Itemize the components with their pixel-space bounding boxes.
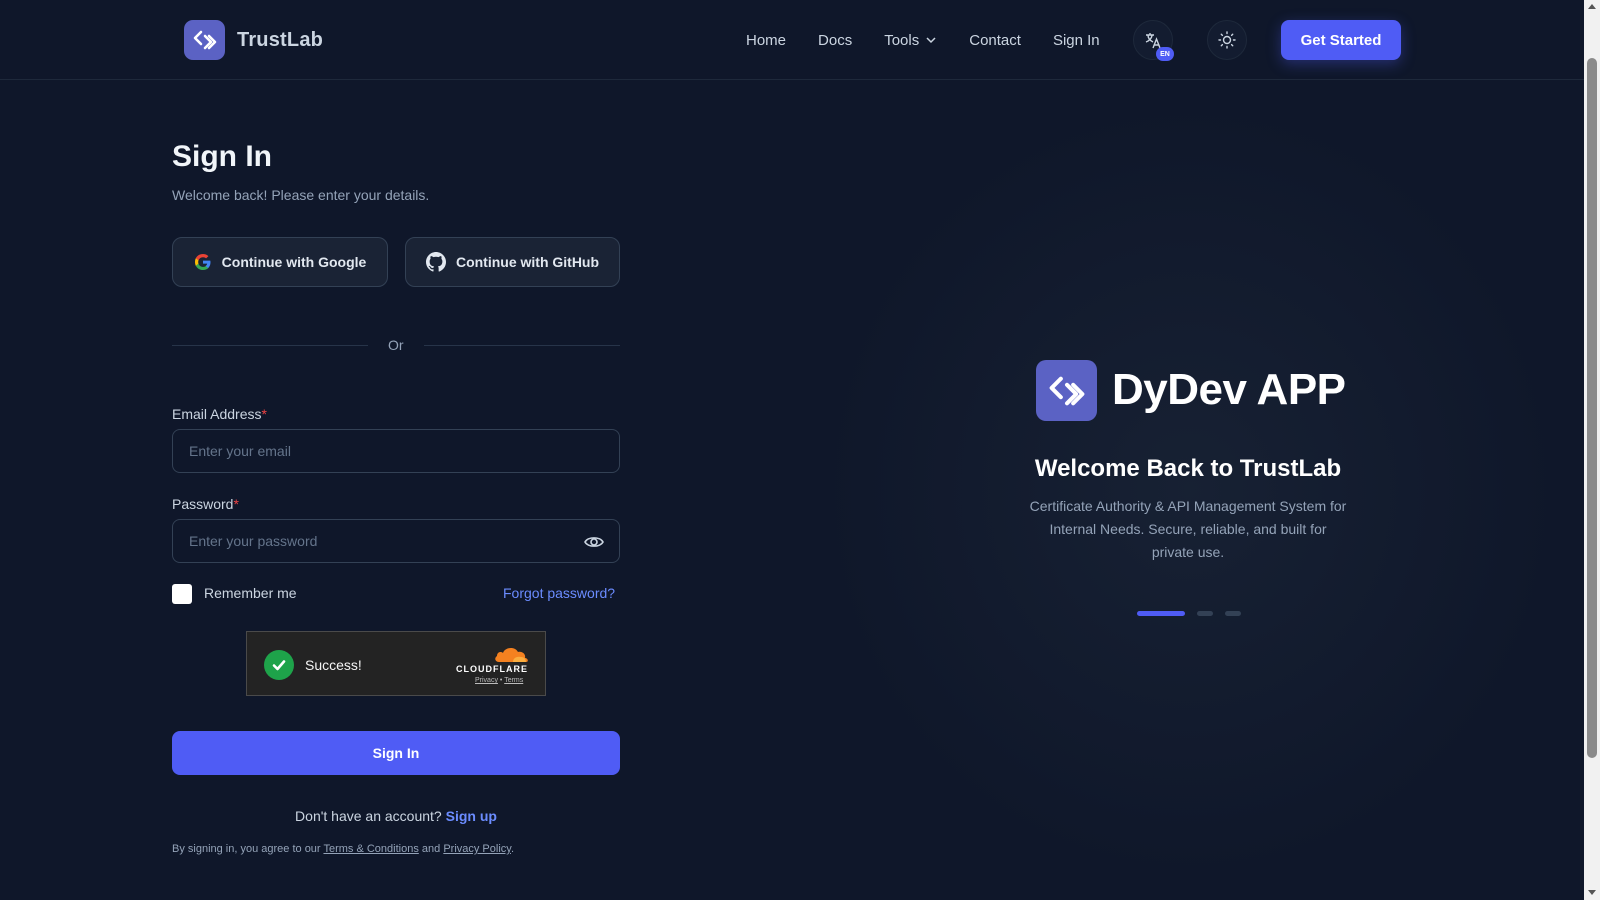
check-circle-icon	[264, 650, 294, 680]
scroll-up-arrow-icon[interactable]	[1588, 4, 1596, 9]
nav-docs[interactable]: Docs	[818, 32, 852, 49]
carousel-dot-2[interactable]	[1197, 611, 1213, 616]
nav-contact[interactable]: Contact	[969, 32, 1021, 49]
signup-prompt: Don't have an account? Sign up	[172, 808, 620, 824]
page-subtitle: Welcome back! Please enter your details.	[172, 187, 430, 203]
terms-prefix: By signing in, you agree to our	[172, 843, 321, 855]
email-field[interactable]	[172, 429, 620, 473]
github-icon	[425, 252, 446, 272]
nav-tools[interactable]: Tools	[884, 32, 937, 49]
sun-icon	[1218, 31, 1236, 49]
captcha-separator: •	[499, 677, 503, 684]
brand-logo-icon	[184, 20, 225, 60]
github-button-label: Continue with GitHub	[455, 254, 600, 270]
password-label-text: Password	[172, 496, 234, 512]
nav-home[interactable]: Home	[746, 32, 786, 49]
privacy-policy-link[interactable]: Privacy Policy	[443, 843, 511, 855]
promo-description: Certificate Authority & API Management S…	[1029, 498, 1347, 560]
chevron-down-icon	[926, 37, 936, 44]
app-name: DyDev APP	[1112, 365, 1346, 414]
eye-icon[interactable]	[583, 531, 605, 553]
cloudflare-logo-text: CLOUDFLARE	[456, 664, 528, 674]
brand[interactable]: TrustLab	[184, 20, 323, 60]
divider-text: Or	[388, 337, 404, 353]
password-label: Password*	[172, 496, 239, 512]
cloudflare-captcha-widget[interactable]: Success! CLOUDFLARE Privacy • Terms	[246, 631, 546, 696]
google-icon	[194, 254, 211, 270]
brand-name: TrustLab	[237, 28, 324, 51]
terms-notice: By signing in, you agree to our Terms & …	[172, 843, 514, 855]
forgot-password-link[interactable]: Forgot password?	[503, 585, 615, 601]
language-button[interactable]: EN	[1133, 20, 1174, 61]
scrollbar[interactable]	[1584, 0, 1600, 900]
divider-left	[172, 345, 368, 346]
remember-me-checkbox[interactable]	[172, 584, 192, 604]
terms-conditions-link[interactable]: Terms & Conditions	[323, 843, 418, 855]
terms-suffix: .	[510, 843, 515, 855]
sign-in-submit-button[interactable]: Sign In	[172, 731, 620, 775]
promo-background	[820, 100, 1560, 880]
carousel-dot-1[interactable]	[1137, 611, 1185, 616]
remember-me-label: Remember me	[204, 585, 297, 601]
cloudflare-cloud-icon	[495, 647, 528, 662]
theme-toggle-button[interactable]	[1207, 20, 1247, 60]
google-signin-button[interactable]: Continue with Google	[172, 237, 388, 287]
get-started-button[interactable]: Get Started	[1281, 20, 1401, 60]
password-field[interactable]	[172, 519, 620, 563]
captcha-links: Privacy • Terms	[475, 677, 523, 684]
app-logo-icon	[1036, 360, 1097, 421]
captcha-status: Success!	[305, 657, 362, 673]
nav-sign-in[interactable]: Sign In	[1053, 32, 1100, 49]
promo-heading: Welcome Back to TrustLab	[1034, 455, 1342, 482]
carousel-dot-3[interactable]	[1225, 611, 1241, 616]
terms-and: and	[421, 843, 441, 855]
main-nav: Home Docs Tools Contact Sign In	[746, 0, 1132, 80]
scrollbar-thumb[interactable]	[1587, 58, 1597, 758]
page-title: Sign In	[172, 140, 272, 173]
nav-tools-label: Tools	[884, 31, 920, 49]
signup-prompt-text: Don't have an account?	[295, 808, 442, 824]
top-navbar: TrustLab Home Docs Tools Contact Sign In…	[0, 0, 1584, 80]
google-button-label: Continue with Google	[221, 254, 367, 270]
github-signin-button[interactable]: Continue with GitHub	[405, 237, 620, 287]
language-badge: EN	[1156, 47, 1174, 61]
email-label-text: Email Address	[172, 406, 262, 422]
captcha-privacy-link[interactable]: Privacy	[475, 677, 498, 684]
email-label: Email Address*	[172, 406, 267, 422]
required-marker: *	[233, 496, 239, 512]
sign-up-link[interactable]: Sign up	[446, 808, 497, 824]
required-marker: *	[261, 406, 267, 422]
divider-right	[424, 345, 620, 346]
scroll-down-arrow-icon[interactable]	[1588, 890, 1596, 895]
captcha-terms-link[interactable]: Terms	[504, 677, 523, 684]
